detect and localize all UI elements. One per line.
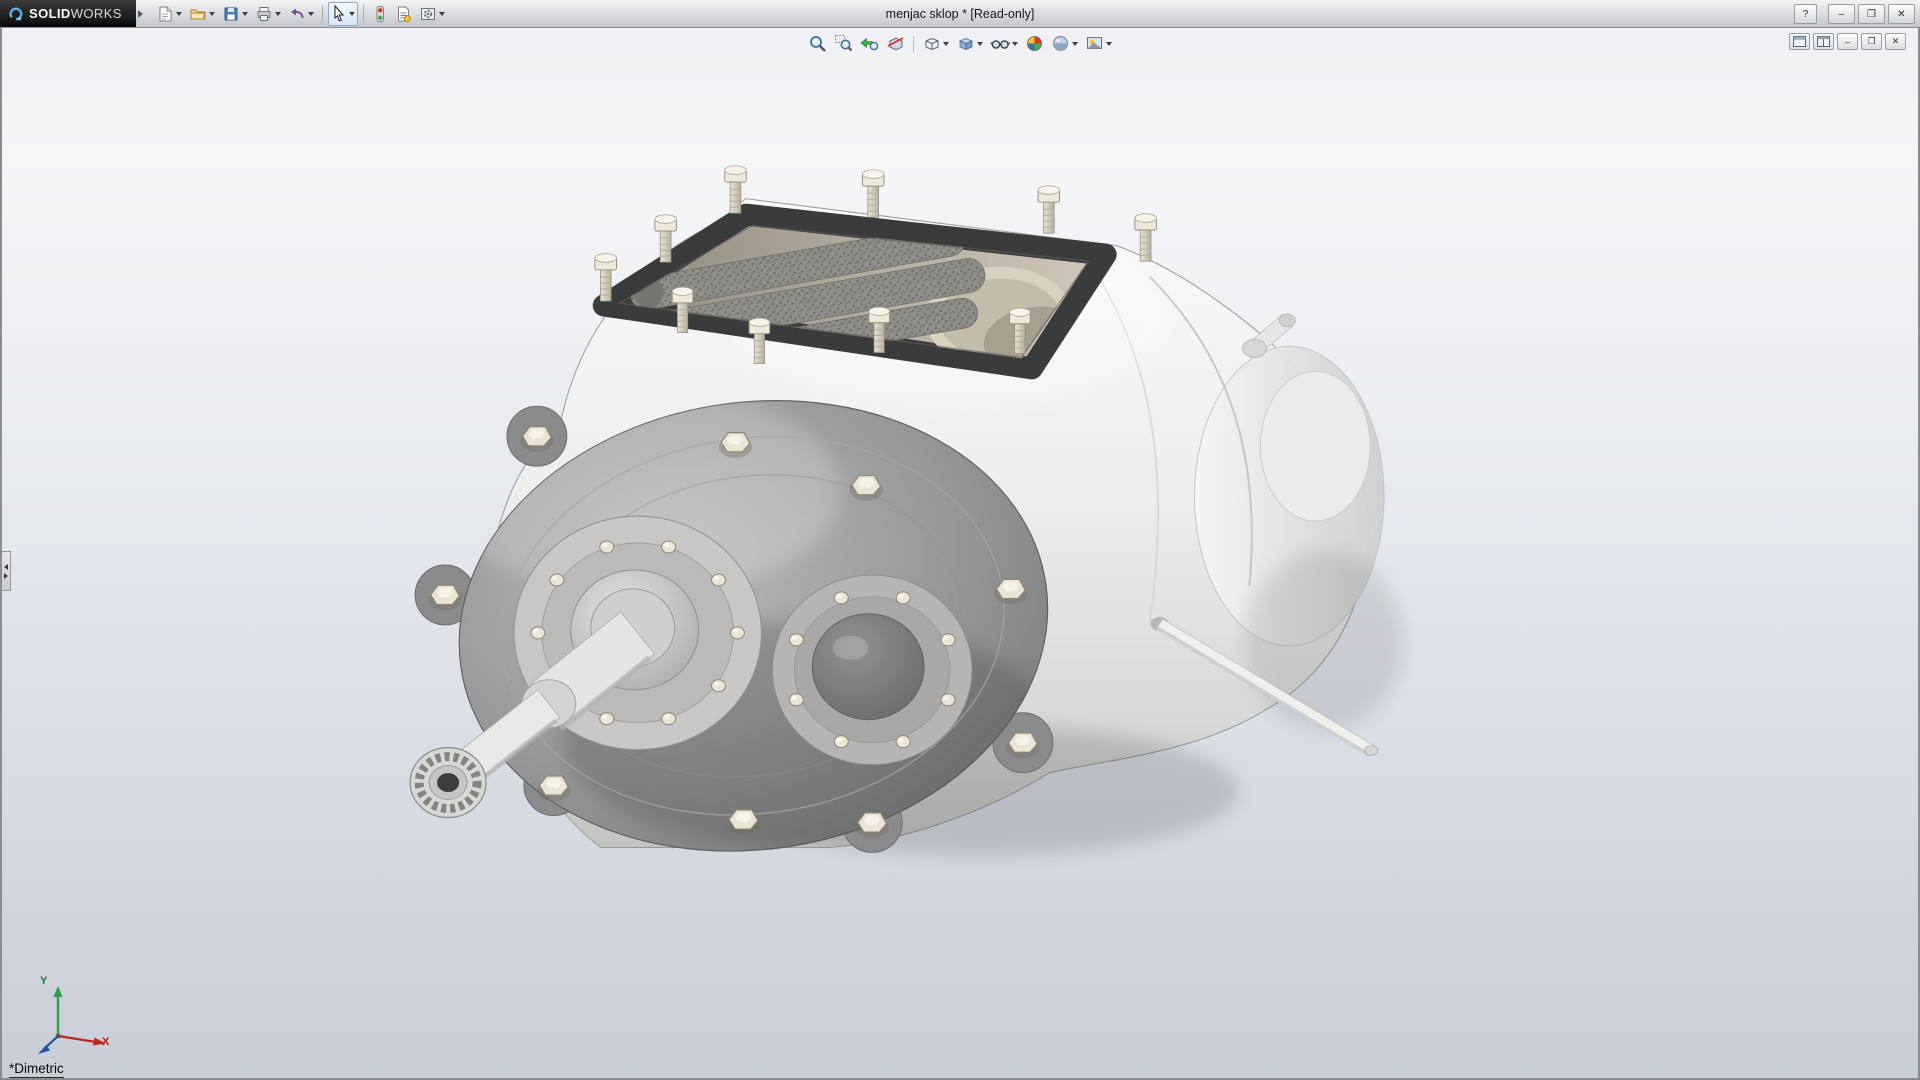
brand-text: SOLIDWORKS [29, 6, 122, 21]
dassault-logo-icon [8, 6, 24, 22]
apply-scene-icon [1051, 34, 1070, 53]
close-button[interactable]: ✕ [1888, 4, 1915, 24]
window-split-pane-button[interactable] [1813, 33, 1834, 50]
triad-axes [24, 978, 120, 1062]
toolbar-separator [322, 5, 323, 23]
new-document-icon [156, 5, 174, 23]
edit-appearance-button[interactable] [1023, 33, 1046, 54]
dropdown-arrow-icon[interactable] [943, 42, 949, 46]
standard-toolbar [153, 2, 448, 26]
hide-show-items-button[interactable] [988, 33, 1020, 54]
headsup-toolbar [806, 33, 1114, 54]
graphics-area[interactable]: – ❐ ✕ Y X *Dimetric [0, 27, 1920, 1080]
options-button[interactable] [416, 2, 448, 26]
apply-scene-button[interactable] [1049, 33, 1080, 54]
section-view-button[interactable] [884, 33, 907, 54]
model-right-cover [772, 575, 972, 765]
titlebar: SOLIDWORKS [0, 0, 1920, 28]
document-minimize-button[interactable]: – [1837, 33, 1858, 50]
save-button[interactable] [219, 2, 251, 26]
document-close-button[interactable]: ✕ [1885, 33, 1906, 50]
save-icon [222, 5, 240, 23]
new-document-button[interactable] [153, 2, 185, 26]
view-orientation-button[interactable] [920, 33, 951, 54]
reference-triad: Y X [24, 978, 120, 1062]
view-orientation-cube-icon [922, 34, 941, 53]
select-cursor-icon [331, 5, 347, 22]
file-properties-icon [395, 5, 412, 23]
restore-button[interactable]: ❐ [1858, 4, 1885, 24]
dropdown-arrow-icon[interactable] [439, 12, 445, 16]
dropdown-arrow-icon[interactable] [308, 12, 314, 16]
dropdown-arrow-icon[interactable] [209, 12, 215, 16]
undo-button[interactable] [285, 2, 317, 26]
open-button[interactable] [186, 2, 218, 26]
minimize-button[interactable]: – [1828, 4, 1855, 24]
previous-view-button[interactable] [858, 33, 881, 54]
window-restore-pane-button[interactable] [1789, 33, 1810, 50]
document-window-controls: – ❐ ✕ [1789, 33, 1906, 50]
options-icon [419, 5, 437, 23]
print-icon [255, 5, 273, 23]
dropdown-arrow-icon[interactable] [242, 12, 248, 16]
dropdown-arrow-icon[interactable] [176, 12, 182, 16]
triad-y-label: Y [40, 975, 47, 987]
dropdown-arrow-icon[interactable] [1072, 42, 1078, 46]
display-style-icon [956, 34, 975, 53]
hide-show-eyeglasses-icon [990, 34, 1010, 53]
rebuild-button[interactable] [369, 2, 391, 26]
section-view-icon [886, 34, 905, 53]
zoom-to-fit-button[interactable] [806, 33, 829, 54]
featuremanager-splitter[interactable] [2, 551, 11, 591]
splitter-left-arrow-icon [4, 564, 8, 570]
dropdown-arrow-icon[interactable] [977, 42, 983, 46]
select-button[interactable] [328, 2, 358, 26]
dropdown-arrow-icon[interactable] [1012, 42, 1018, 46]
document-title: menjac sklop * [Read-only] [886, 7, 1035, 21]
view-settings-button[interactable] [1083, 33, 1114, 54]
toolbar-separator [913, 36, 914, 52]
zoom-to-area-button[interactable] [832, 33, 855, 54]
splitter-right-arrow-icon [4, 573, 8, 579]
dropdown-arrow-icon[interactable] [1106, 42, 1112, 46]
display-style-button[interactable] [954, 33, 985, 54]
open-folder-icon [189, 5, 207, 23]
zoom-area-icon [834, 34, 853, 53]
help-button[interactable]: ? [1794, 4, 1817, 24]
triad-x-axis [58, 1036, 96, 1042]
triad-x-label: X [102, 1036, 109, 1048]
print-button[interactable] [252, 2, 284, 26]
solidworks-logo: SOLIDWORKS [0, 0, 136, 27]
toolbar-separator [363, 5, 364, 23]
dropdown-arrow-icon[interactable] [275, 12, 281, 16]
window-restore-pane-icon [1793, 36, 1806, 47]
view-orientation-label: *Dimetric [9, 1061, 64, 1078]
zoom-fit-icon [808, 34, 827, 53]
gearbox-model [2, 27, 1918, 1078]
dropdown-arrow-icon[interactable] [349, 12, 355, 16]
model-spline-end [410, 748, 486, 818]
view-settings-icon [1085, 34, 1104, 53]
undo-icon [288, 5, 306, 23]
document-restore-button[interactable]: ❐ [1861, 33, 1882, 50]
rebuild-icon [372, 5, 388, 23]
previous-view-icon [860, 34, 879, 53]
edit-appearance-ball-icon [1025, 34, 1044, 53]
window-split-pane-icon [1817, 36, 1830, 47]
window-controls: ? – ❐ ✕ [1794, 4, 1915, 24]
toolbar-overflow-icon[interactable] [138, 10, 143, 18]
file-properties-button[interactable] [392, 2, 415, 26]
